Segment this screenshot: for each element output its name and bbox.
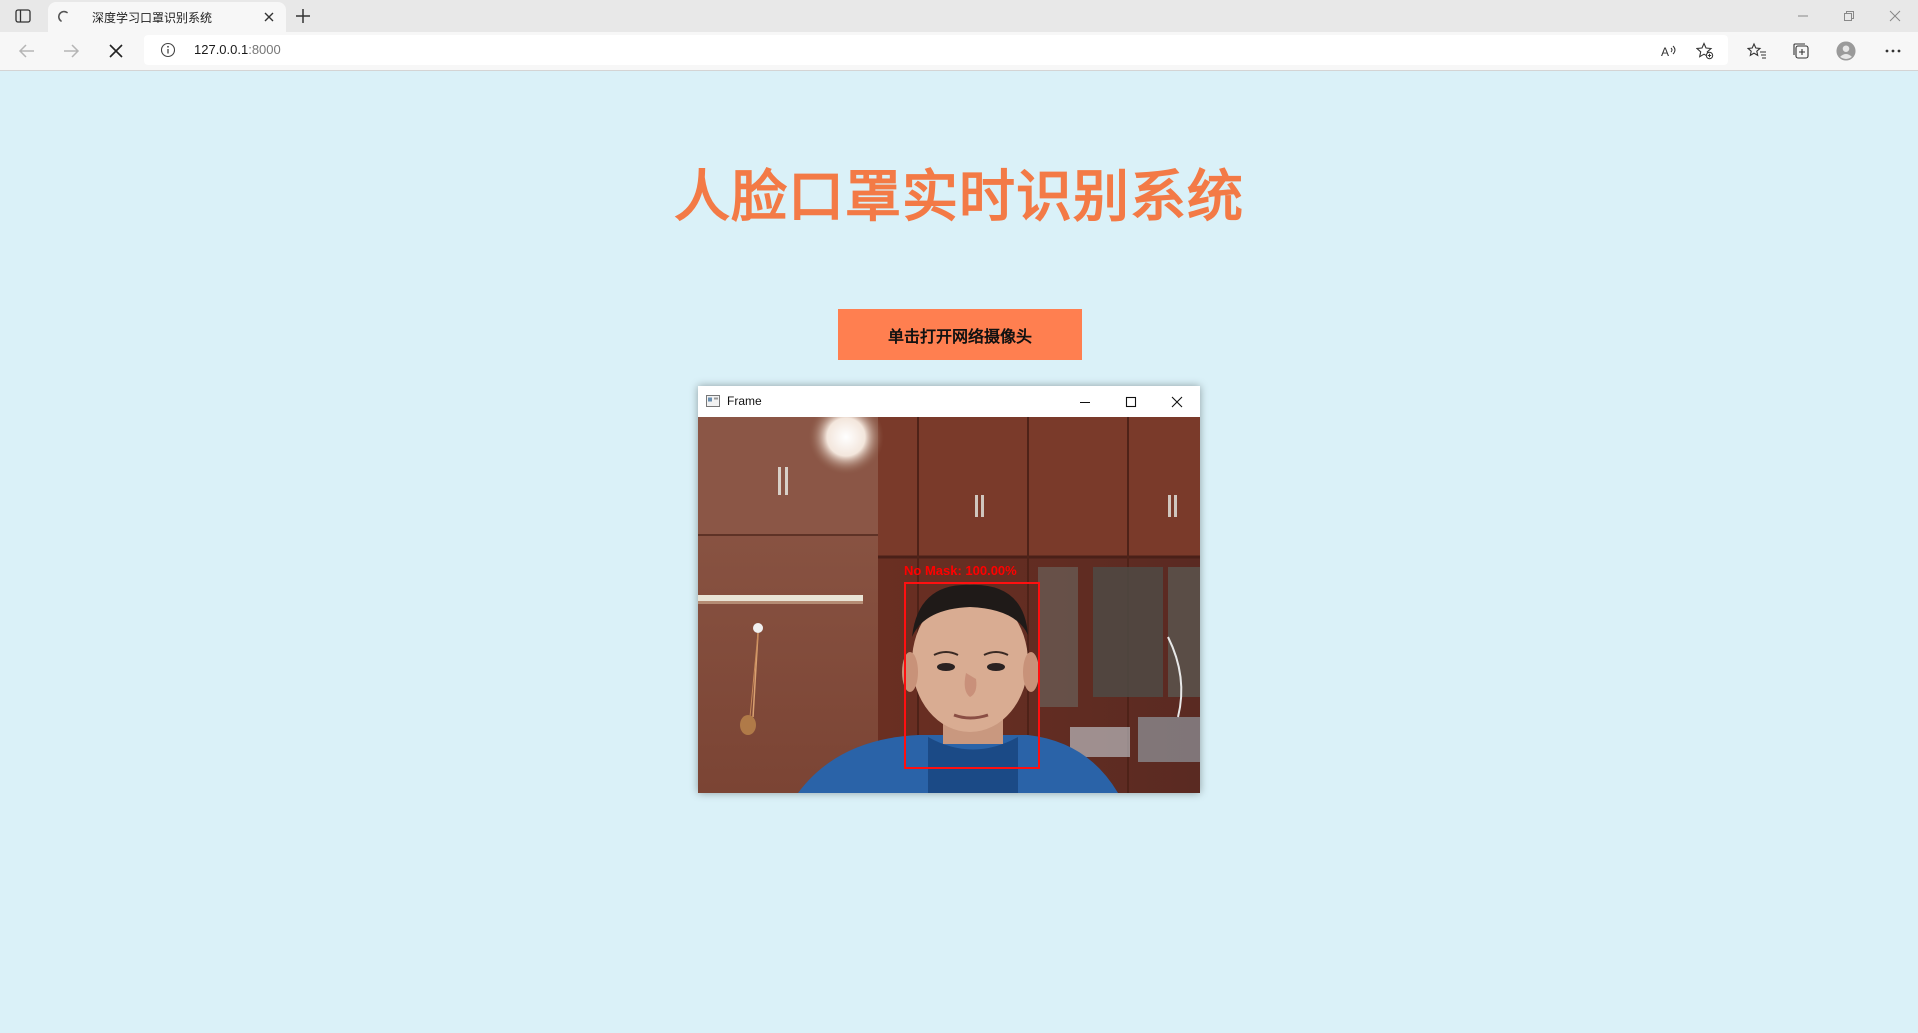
collections-icon: [1793, 43, 1809, 59]
collections-button[interactable]: [1791, 41, 1811, 61]
frame-titlebar[interactable]: Frame: [698, 386, 1200, 417]
window-app-icon: [706, 395, 720, 407]
close-icon: [1171, 396, 1183, 407]
profile-button[interactable]: [1836, 41, 1856, 61]
forward-arrow-icon: [64, 44, 80, 58]
frame-title: Frame: [727, 394, 762, 408]
open-camera-button[interactable]: 单击打开网络摄像头: [838, 309, 1082, 360]
close-icon: [1889, 10, 1901, 22]
minimize-window-button[interactable]: [1780, 0, 1826, 32]
face-detection-box: [904, 582, 1040, 769]
tab-actions-icon[interactable]: [8, 5, 38, 27]
detection-label: No Mask: 100.00%: [904, 563, 1017, 578]
tab-title: 深度学习口罩识别系统: [92, 10, 213, 25]
more-dots-icon: [1885, 49, 1901, 53]
restore-icon: [1844, 11, 1854, 21]
frame-window: Frame No Mask: 100.00%: [698, 386, 1200, 793]
favorites-button[interactable]: [1747, 41, 1767, 61]
loading-spinner-icon: [58, 10, 68, 22]
read-aloud-icon[interactable]: A: [1660, 42, 1678, 60]
page-title: 人脸口罩实时识别系统: [674, 165, 1244, 230]
more-menu-button[interactable]: [1883, 41, 1903, 61]
minimize-icon: [1798, 15, 1808, 17]
svg-text:A: A: [1661, 45, 1669, 59]
forward-button[interactable]: [61, 41, 81, 61]
site-info-icon[interactable]: [160, 42, 176, 58]
stop-loading-button[interactable]: [106, 41, 126, 61]
stop-icon: [109, 44, 123, 58]
url-text[interactable]: 127.0.0.1:8000: [194, 42, 281, 57]
favorites-star-icon: [1747, 42, 1766, 59]
close-window-button[interactable]: [1872, 0, 1918, 32]
close-tab-icon[interactable]: [262, 10, 276, 24]
back-arrow-icon: [18, 44, 34, 58]
address-bar[interactable]: 127.0.0.1:8000 A: [144, 35, 1728, 65]
browser-toolbar: 127.0.0.1:8000 A: [0, 32, 1918, 71]
avatar-icon: [1836, 41, 1856, 61]
restore-window-button[interactable]: [1826, 0, 1872, 32]
back-button[interactable]: [17, 41, 37, 61]
tab-strip: 深度学习口罩识别系统: [0, 0, 1918, 32]
minimize-icon: [1080, 401, 1090, 403]
camera-feed: No Mask: 100.00%: [698, 417, 1200, 793]
frame-close-button[interactable]: [1154, 386, 1200, 417]
add-favorite-icon[interactable]: [1696, 42, 1714, 60]
frame-minimize-button[interactable]: [1062, 386, 1108, 417]
browser-tab-active[interactable]: 深度学习口罩识别系统: [48, 2, 286, 32]
new-tab-icon[interactable]: [294, 7, 312, 25]
frame-maximize-button[interactable]: [1108, 386, 1154, 417]
maximize-icon: [1125, 396, 1137, 407]
